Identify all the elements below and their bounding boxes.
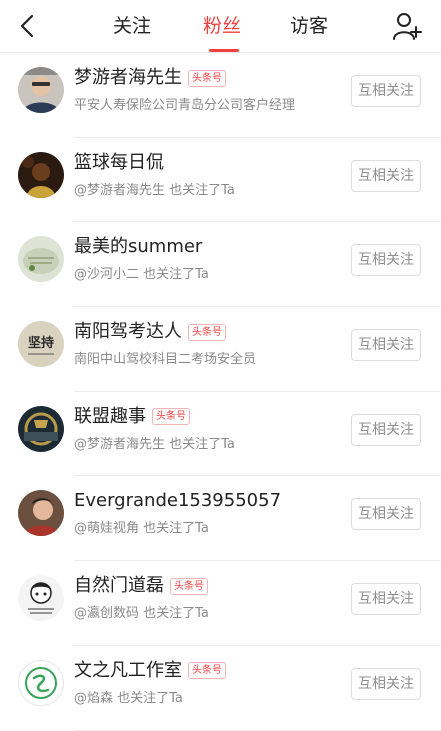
follower-name[interactable]: 最美的summer: [74, 235, 202, 259]
avatar[interactable]: 坚持: [18, 321, 64, 368]
follower-name[interactable]: 篮球每日侃: [74, 151, 164, 175]
follower-list: 梦游者海先生 头条号 平安人寿保险公司青岛分公司客户经理 互相关注 篮球每日侃 …: [0, 53, 441, 731]
list-item[interactable]: Evergrande153955057 @萌娃视角 也关注了Ta 互相关注: [0, 476, 441, 562]
list-item[interactable]: 文之凡工作室 头条号 @焰森 也关注了Ta 互相关注: [0, 646, 441, 731]
mutual-follow-button[interactable]: 互相关注: [351, 159, 421, 192]
toutiao-badge: 头条号: [170, 577, 208, 595]
tab-following[interactable]: 关注: [113, 14, 151, 38]
follower-name[interactable]: 梦游者海先生: [74, 66, 182, 90]
mutual-follow-button[interactable]: 互相关注: [351, 329, 421, 362]
follower-name[interactable]: 文之凡工作室: [74, 659, 182, 683]
avatar[interactable]: [18, 151, 64, 198]
follower-name[interactable]: 自然门道磊: [74, 574, 164, 598]
mutual-follow-button[interactable]: 互相关注: [351, 583, 421, 616]
mutual-follow-button[interactable]: 互相关注: [351, 667, 421, 700]
toutiao-badge: 头条号: [188, 323, 226, 341]
mutual-follow-button[interactable]: 互相关注: [351, 244, 421, 277]
mutual-follow-button[interactable]: 互相关注: [351, 75, 421, 107]
list-item[interactable]: 坚持 南阳驾考达人 头条号 南阳中山驾校科目二考场安全员 互相关注: [0, 307, 441, 392]
list-item[interactable]: 篮球每日侃 @梦游者海先生 也关注了Ta 互相关注: [0, 138, 441, 223]
follower-name[interactable]: Evergrande153955057: [74, 489, 281, 513]
list-item[interactable]: 自然门道磊 头条号 @瀛创数码 也关注了Ta 互相关注: [0, 561, 441, 646]
tab-fans[interactable]: 粉丝: [203, 14, 241, 38]
avatar[interactable]: [18, 67, 64, 113]
avatar-text: 坚持: [28, 335, 54, 351]
list-item[interactable]: 最美的summer @沙河小二 也关注了Ta 互相关注: [0, 222, 441, 308]
follower-description: 南阳中山驾校科目二考场安全员: [74, 352, 257, 368]
follower-description: @梦游者海先生 也关注了Ta: [74, 182, 235, 198]
toutiao-badge: 头条号: [188, 69, 226, 87]
active-tab-indicator: [209, 49, 239, 52]
avatar[interactable]: [18, 405, 64, 452]
toutiao-badge: 头条号: [188, 662, 226, 680]
mutual-follow-button[interactable]: 互相关注: [351, 498, 421, 531]
divider: [74, 729, 441, 731]
avatar[interactable]: [18, 236, 64, 283]
follower-description: @萌娃视角 也关注了Ta: [74, 521, 209, 537]
avatar[interactable]: [18, 490, 64, 537]
avatar[interactable]: [18, 659, 64, 706]
follower-description: @焰森 也关注了Ta: [74, 690, 183, 706]
follower-name[interactable]: 南阳驾考达人: [74, 320, 182, 344]
follower-description: 平安人寿保险公司青岛分公司客户经理: [74, 98, 296, 113]
back-arrow-icon[interactable]: [14, 12, 42, 40]
mutual-follow-button[interactable]: 互相关注: [351, 413, 421, 446]
add-user-icon[interactable]: [392, 11, 422, 41]
follower-description: @梦游者海先生 也关注了Ta: [74, 436, 235, 452]
follower-description: @瀛创数码 也关注了Ta: [74, 606, 209, 622]
follower-description: @沙河小二 也关注了Ta: [74, 267, 209, 283]
avatar[interactable]: [18, 575, 64, 622]
tab-visitors[interactable]: 访客: [290, 14, 328, 38]
toutiao-badge: 头条号: [152, 408, 190, 426]
top-navigation-bar: 关注 粉丝 访客: [0, 0, 441, 53]
list-item[interactable]: 联盟趣事 头条号 @梦游者海先生 也关注了Ta 互相关注: [0, 392, 441, 477]
list-item[interactable]: 梦游者海先生 头条号 平安人寿保险公司青岛分公司客户经理 互相关注: [0, 53, 441, 138]
follower-name[interactable]: 联盟趣事: [74, 405, 146, 429]
